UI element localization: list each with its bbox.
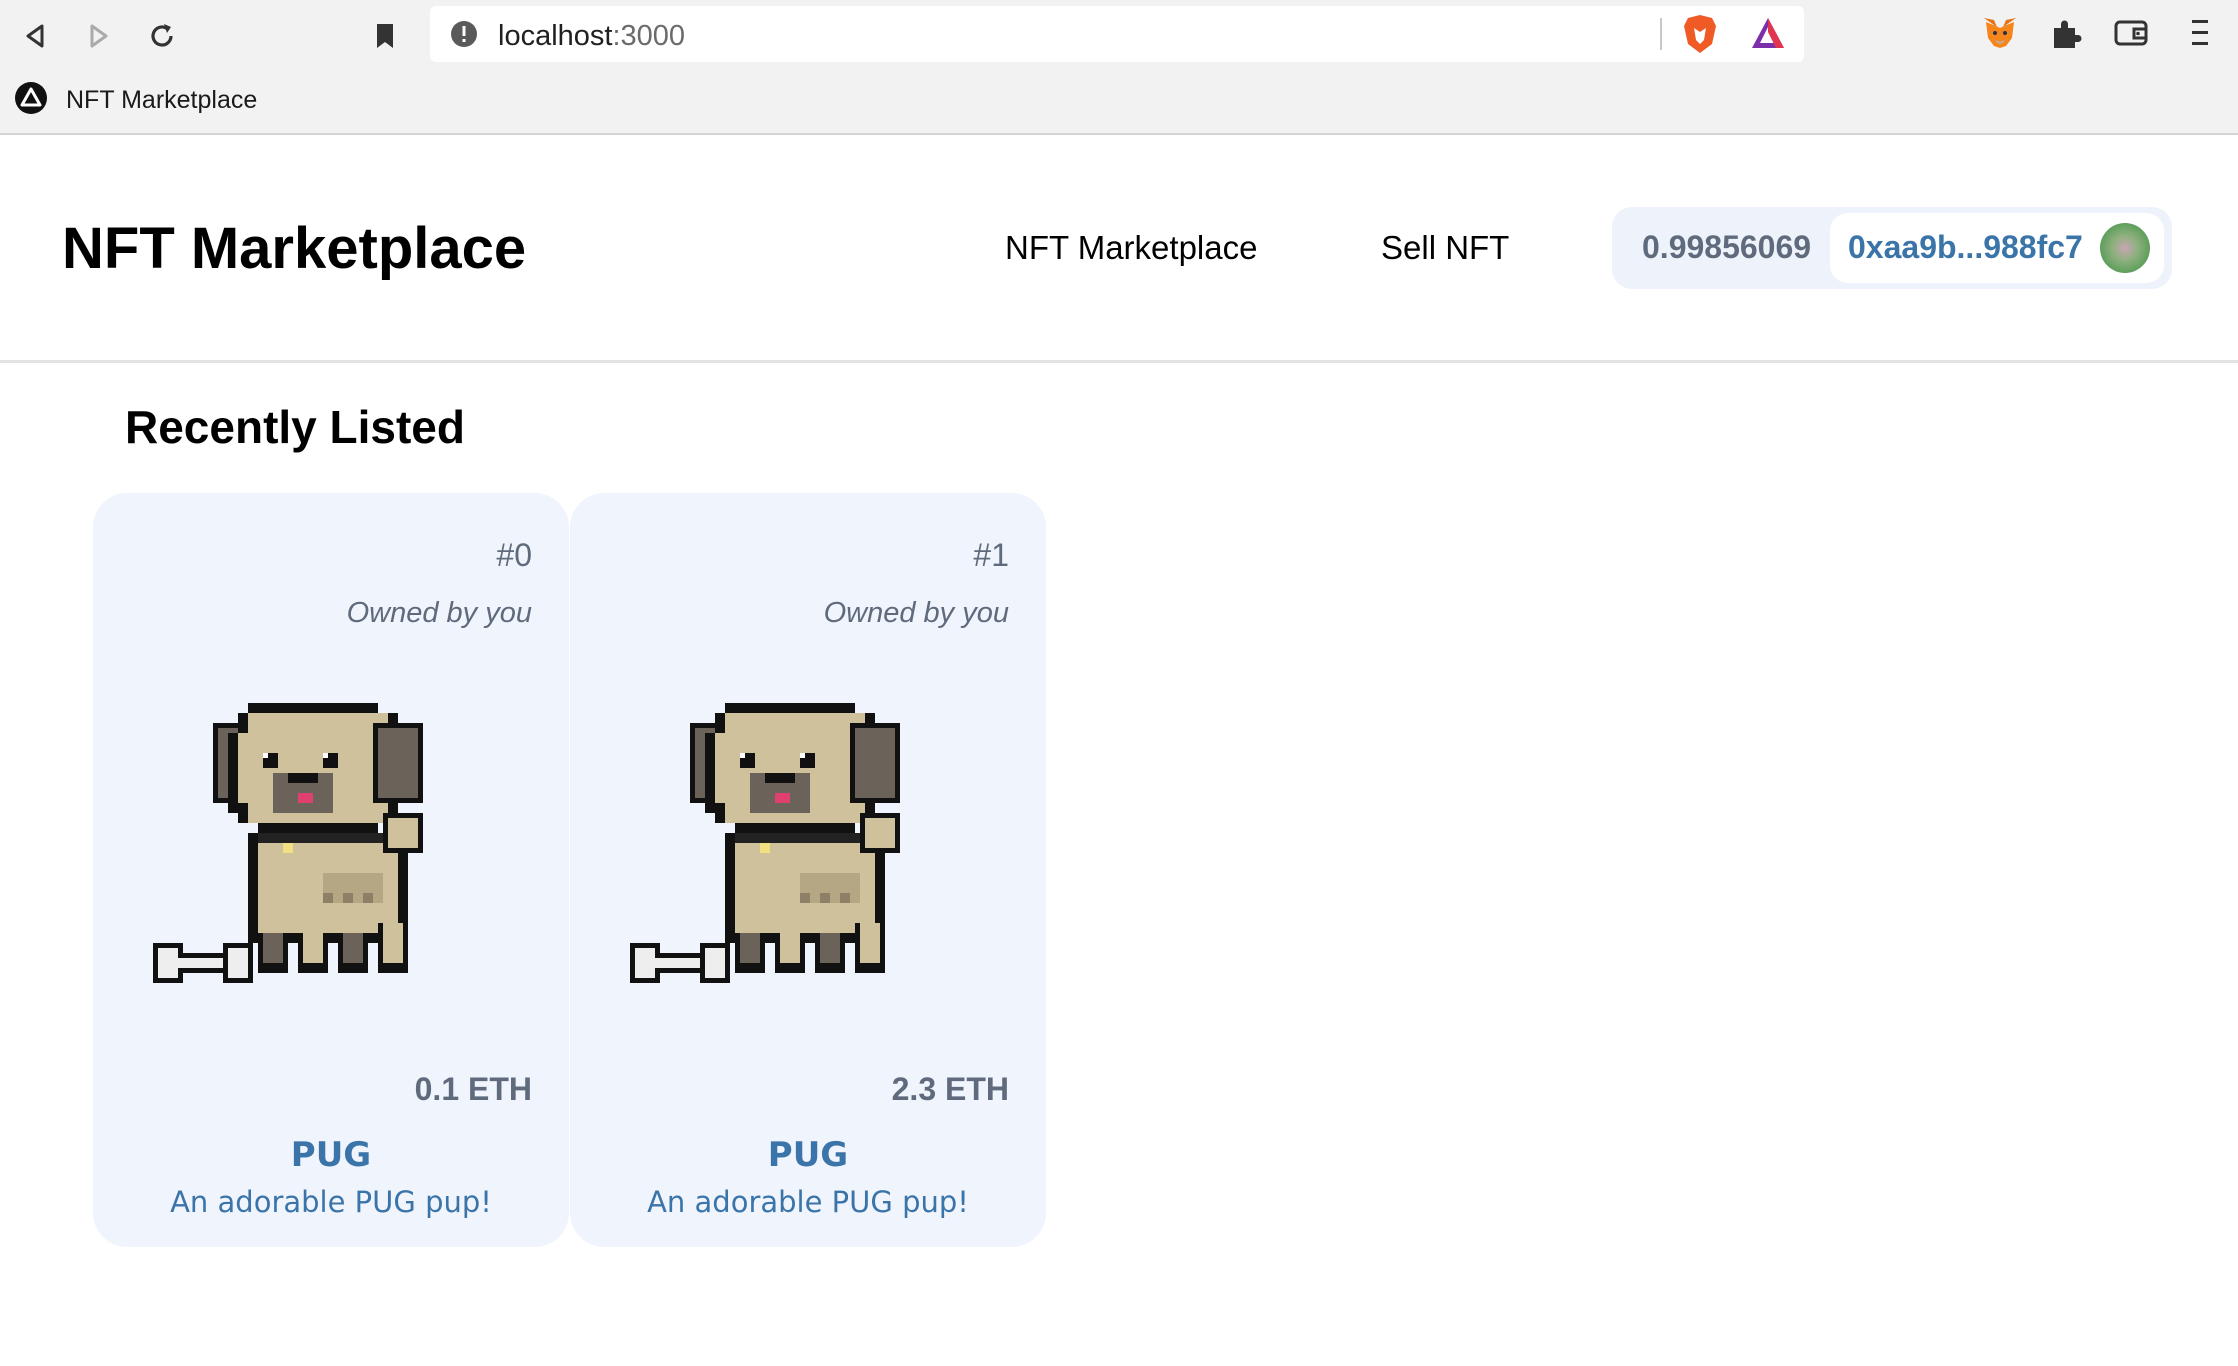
tab-title: NFT Marketplace (66, 85, 258, 114)
menu-icon[interactable] (2188, 16, 2212, 55)
nav-link-marketplace[interactable]: NFT Marketplace (1005, 229, 1257, 267)
section-title: Recently Listed (125, 401, 465, 453)
brave-rewards-icon[interactable] (1750, 16, 1786, 55)
nft-image (630, 693, 990, 1033)
site-brand[interactable]: NFT Marketplace (62, 215, 526, 282)
token-id: #1 (973, 537, 1009, 573)
reload-icon[interactable] (140, 14, 184, 58)
address-divider (1660, 18, 1662, 50)
info-icon[interactable] (450, 20, 478, 53)
forward-icon[interactable] (76, 14, 120, 58)
pug-illustration (630, 703, 900, 983)
owner-label: Owned by you (346, 597, 532, 629)
site-favicon-icon (14, 81, 48, 120)
address-bar[interactable]: localhost:3000 (430, 6, 1804, 62)
nav-link-sell-nft[interactable]: Sell NFT (1381, 229, 1509, 267)
url-text: localhost:3000 (498, 20, 685, 53)
token-id: #0 (496, 537, 532, 573)
avatar (2100, 223, 2150, 273)
wallet-balance: 0.99856069 (1642, 229, 1812, 265)
url-port: :3000 (612, 20, 686, 52)
brave-shield-icon[interactable] (1682, 14, 1718, 59)
wallet-icon[interactable] (2114, 18, 2148, 53)
browser-chrome: localhost:3000 NFT Marketplace (0, 0, 2238, 135)
nft-price: 0.1 ETH (414, 1071, 532, 1107)
active-tab[interactable]: NFT Marketplace (14, 80, 257, 120)
nft-description: An adorable PUG pup! (170, 1185, 492, 1219)
wallet-address-pill[interactable]: 0xaa9b...988fc7 (1830, 213, 2164, 283)
nft-description: An adorable PUG pup! (647, 1185, 969, 1219)
extensions-icon[interactable] (2050, 18, 2082, 55)
site-header: NFT Marketplace NFT Marketplace Sell NFT… (0, 137, 2238, 363)
nft-price: 2.3 ETH (891, 1071, 1009, 1107)
back-icon[interactable] (14, 14, 58, 58)
nft-image (153, 693, 513, 1033)
nft-name: PUG (767, 1135, 849, 1175)
wallet-address: 0xaa9b...988fc7 (1848, 229, 2083, 265)
nft-name: PUG (290, 1135, 372, 1175)
wallet-connect-button[interactable]: 0.99856069 0xaa9b...988fc7 (1612, 207, 2172, 289)
bookmark-icon[interactable] (363, 14, 407, 58)
nft-card[interactable]: #1 Owned by you 2.3 ETH PUG An adorable … (570, 493, 1046, 1247)
pug-illustration (153, 703, 423, 983)
owner-label: Owned by you (823, 597, 1009, 629)
metamask-icon[interactable] (1982, 16, 2018, 55)
nft-card[interactable]: #0 Owned by you 0.1 ETH PUG An adorable … (93, 493, 569, 1247)
url-host: localhost (498, 20, 613, 52)
